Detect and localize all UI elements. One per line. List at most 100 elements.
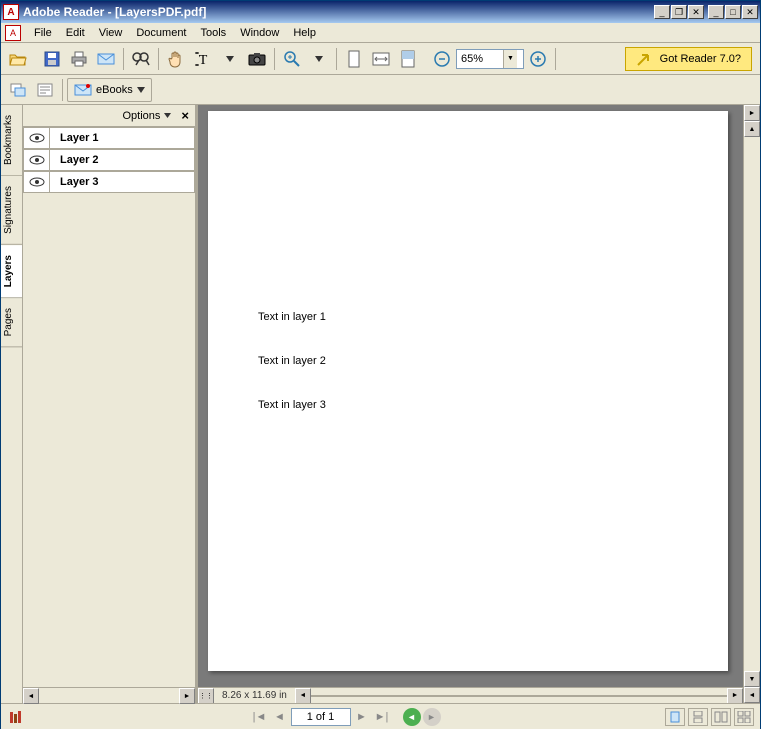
search-button[interactable] [128, 46, 154, 72]
tab-signatures[interactable]: Signatures [1, 176, 22, 245]
scroll-track[interactable] [39, 688, 179, 703]
forms-button[interactable] [32, 77, 58, 103]
layer-label: Layer 2 [50, 154, 99, 166]
page-container[interactable]: Text in layer 1 Text in layer 2 Text in … [198, 105, 743, 687]
document-icon: A [5, 25, 21, 41]
promo-text: Got Reader 7.0? [660, 53, 741, 65]
zoom-input-box[interactable]: ▼ [456, 49, 524, 69]
scroll-down-button[interactable]: ▼ [744, 671, 760, 687]
content-area: Bookmarks Signatures Layers Pages Option… [1, 105, 760, 703]
app-maximize-button[interactable]: □ [725, 5, 741, 19]
document-vscrollbar[interactable]: ► ▲ ▼ ◄ [743, 105, 760, 703]
first-page-button[interactable]: |◄ [251, 708, 269, 726]
menu-window[interactable]: Window [233, 25, 286, 41]
hscroll-left-button[interactable]: ◄ [295, 688, 311, 704]
hscroll-track[interactable] [311, 695, 727, 697]
layer-label: Layer 3 [50, 176, 99, 188]
menu-edit[interactable]: Edit [59, 25, 92, 41]
last-page-button[interactable]: ►| [373, 708, 391, 726]
svg-text:T: T [199, 53, 208, 68]
single-page-view-button[interactable] [665, 708, 685, 726]
zoom-in-button[interactable] [279, 46, 305, 72]
doc-restore-button[interactable]: ❐ [671, 5, 687, 19]
grabber-icon[interactable]: ⋮⋮ [198, 688, 214, 704]
layer-item[interactable]: Layer 2 [23, 149, 195, 171]
pdf-page: Text in layer 1 Text in layer 2 Text in … [208, 111, 728, 671]
layer-item[interactable]: Layer 3 [23, 171, 195, 193]
doc-window-controls: _ ❐ ✕ [654, 5, 704, 19]
forward-view-button[interactable]: ► [423, 708, 441, 726]
review-button[interactable] [5, 77, 31, 103]
layer-item[interactable]: Layer 1 [23, 127, 195, 149]
save-button[interactable] [39, 46, 65, 72]
print-button[interactable] [66, 46, 92, 72]
zoom-input[interactable] [461, 53, 503, 65]
continuous-view-button[interactable] [688, 708, 708, 726]
fit-page-button[interactable] [341, 46, 367, 72]
chevron-down-icon [164, 113, 171, 118]
app-icon: A [3, 4, 19, 20]
facing-view-button[interactable] [711, 708, 731, 726]
select-dropdown[interactable] [217, 46, 243, 72]
statusbar: |◄ ◄ ► ►| ◄ ► [1, 703, 760, 729]
app-close-button[interactable]: ✕ [742, 5, 758, 19]
zoom-dropdown[interactable] [306, 46, 332, 72]
vscroll-track[interactable] [744, 137, 760, 671]
email-button[interactable] [93, 46, 119, 72]
side-tab-strip: Bookmarks Signatures Layers Pages [1, 105, 23, 703]
panel-hscrollbar[interactable]: ◄ ► [23, 687, 195, 703]
visibility-toggle[interactable] [24, 128, 50, 148]
bookshelf-button[interactable] [7, 707, 27, 727]
scroll-up-button[interactable]: ▲ [744, 121, 760, 137]
layers-panel: Options × Layer 1 Layer 2 Layer 3 ◄ ► [23, 105, 198, 703]
scroll-down-button-alt[interactable]: ◄ [744, 687, 760, 703]
panel-options-button[interactable]: Options [122, 110, 171, 122]
tab-pages[interactable]: Pages [1, 298, 22, 347]
back-view-button[interactable]: ◄ [403, 708, 421, 726]
menu-document[interactable]: Document [129, 25, 193, 41]
tab-layers[interactable]: Layers [1, 245, 22, 298]
page-text: Text in layer 1 [258, 311, 326, 323]
next-page-button[interactable]: ► [353, 708, 371, 726]
visibility-toggle[interactable] [24, 172, 50, 192]
ebooks-icon [74, 83, 92, 97]
page-nav-group: |◄ ◄ ► ►| ◄ ► [251, 708, 441, 726]
page-dimensions: 8.26 x 11.69 in [214, 690, 295, 701]
prev-page-button[interactable]: ◄ [271, 708, 289, 726]
menu-view[interactable]: View [92, 25, 130, 41]
app-minimize-button[interactable]: _ [708, 5, 724, 19]
menu-tools[interactable]: Tools [194, 25, 234, 41]
snapshot-button[interactable] [244, 46, 270, 72]
zoom-select-arrow[interactable]: ▼ [503, 50, 517, 68]
scroll-up-button-alt[interactable]: ► [744, 105, 760, 121]
app-window-controls: _ □ ✕ [708, 5, 758, 19]
ebooks-button[interactable]: eBooks [67, 78, 152, 102]
doc-close-button[interactable]: ✕ [688, 5, 704, 19]
hand-tool-button[interactable] [163, 46, 189, 72]
scroll-left-button[interactable]: ◄ [23, 688, 39, 704]
panel-close-button[interactable]: × [181, 108, 189, 123]
zoom-out-button[interactable] [429, 46, 455, 72]
page-text: Text in layer 2 [258, 355, 326, 367]
open-button[interactable] [5, 46, 31, 72]
fit-width-button[interactable] [368, 46, 394, 72]
page-number-input[interactable] [291, 708, 351, 726]
actual-size-button[interactable] [395, 46, 421, 72]
doc-minimize-button[interactable]: _ [654, 5, 670, 19]
hscroll-right-button[interactable]: ► [727, 688, 743, 704]
zoom-in-circle-button[interactable] [525, 46, 551, 72]
layer-label: Layer 1 [50, 132, 99, 144]
tab-bookmarks[interactable]: Bookmarks [1, 105, 22, 176]
promo-banner[interactable]: Got Reader 7.0? [625, 47, 752, 71]
arrow-icon [636, 51, 652, 67]
scroll-right-button[interactable]: ► [179, 688, 195, 704]
toolbar-main: T ▼ Got Reader 7.0? [1, 43, 760, 75]
ebooks-label: eBooks [96, 84, 133, 96]
text-select-button[interactable]: T [190, 46, 216, 72]
panel-header: Options × [23, 105, 195, 127]
menu-help[interactable]: Help [286, 25, 323, 41]
visibility-toggle[interactable] [24, 150, 50, 170]
menu-file[interactable]: File [27, 25, 59, 41]
continuous-facing-view-button[interactable] [734, 708, 754, 726]
document-viewport: Text in layer 1 Text in layer 2 Text in … [198, 105, 743, 703]
